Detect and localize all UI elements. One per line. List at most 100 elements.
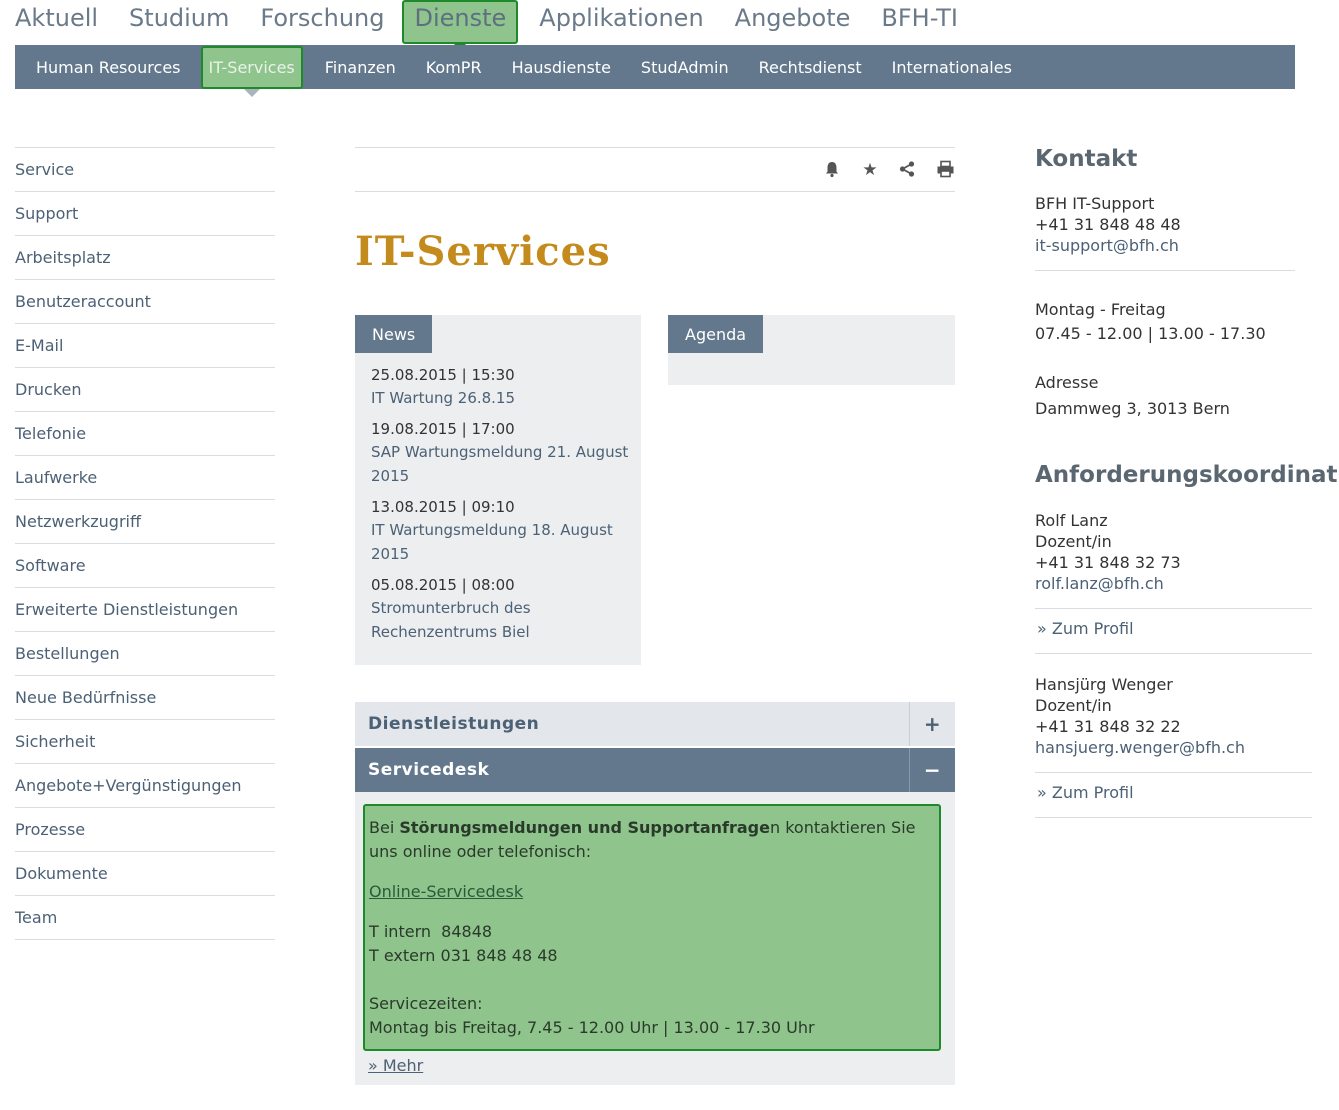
divider xyxy=(1035,653,1312,654)
person-role: Dozent/in xyxy=(1035,532,1112,551)
agenda-box: Agenda xyxy=(668,315,955,385)
news-title-link[interactable]: SAP Wartungsmeldung 21. August 2015 xyxy=(371,440,631,488)
kontakt-address-block: Adresse Dammweg 3, 3013 Bern xyxy=(1035,370,1230,422)
nav-aktuell[interactable]: Aktuell xyxy=(15,0,98,44)
accordion-servicedesk[interactable]: Servicedesk − xyxy=(355,748,955,792)
kontakt-email-link[interactable]: it-support@bfh.ch xyxy=(1035,236,1179,255)
mehr-link[interactable]: » Mehr xyxy=(368,1056,423,1075)
kontakt-block: BFH IT-Support +41 31 848 48 48 it-suppo… xyxy=(1035,193,1181,256)
zum-profil-link[interactable]: » Zum Profil xyxy=(1037,619,1134,638)
sidebar-item-angebote-verguenstigungen[interactable]: Angebote+Vergünstigungen xyxy=(15,764,275,808)
news-title-link[interactable]: IT Wartungsmeldung 18. August 2015 xyxy=(371,518,631,566)
news-list: 25.08.2015 | 15:30 IT Wartung 26.8.15 19… xyxy=(371,365,631,653)
sidebar-item-drucken[interactable]: Drucken xyxy=(15,368,275,412)
subnav-internationales[interactable]: Internationales xyxy=(892,58,1012,77)
sidebar-item-laufwerke[interactable]: Laufwerke xyxy=(15,456,275,500)
page-toolbar: ★ xyxy=(355,147,955,192)
sidebar-item-software[interactable]: Software xyxy=(15,544,275,588)
sidebar-item-netzwerkzugriff[interactable]: Netzwerkzugriff xyxy=(15,500,275,544)
nav-angebote[interactable]: Angebote xyxy=(735,0,851,44)
news-title-link[interactable]: IT Wartung 26.8.15 xyxy=(371,389,515,407)
news-date: 13.08.2015 | 09:10 xyxy=(371,498,515,516)
expand-icon[interactable]: + xyxy=(909,702,955,746)
kontakt-hours: 07.45 - 12.00 | 13.00 - 17.30 xyxy=(1035,324,1266,343)
page-title: IT-Services xyxy=(355,228,611,275)
nav-studium[interactable]: Studium xyxy=(129,0,229,44)
person-role: Dozent/in xyxy=(1035,696,1112,715)
bell-icon[interactable] xyxy=(822,160,842,180)
person-card: Rolf Lanz Dozent/in +41 31 848 32 73 rol… xyxy=(1035,510,1181,594)
agenda-tab[interactable]: Agenda xyxy=(668,315,764,353)
print-icon[interactable] xyxy=(935,160,955,180)
person-email-link[interactable]: hansjuerg.wenger@bfh.ch xyxy=(1035,738,1245,757)
zum-profil-link[interactable]: » Zum Profil xyxy=(1037,783,1134,802)
news-date: 05.08.2015 | 08:00 xyxy=(371,576,515,594)
news-date: 19.08.2015 | 17:00 xyxy=(371,420,515,438)
divider xyxy=(1035,608,1312,609)
servicedesk-panel: Bei Störungsmeldungen und Supportanfrage… xyxy=(355,792,955,1085)
nav-forschung[interactable]: Forschung xyxy=(260,0,384,44)
subnav-studadmin[interactable]: StudAdmin xyxy=(641,58,729,77)
person-email-link[interactable]: rolf.lanz@bfh.ch xyxy=(1035,574,1164,593)
sidebar-item-sicherheit[interactable]: Sicherheit xyxy=(15,720,275,764)
news-date: 25.08.2015 | 15:30 xyxy=(371,366,515,384)
kontakt-hours-block: Montag - Freitag 07.45 - 12.00 | 13.00 -… xyxy=(1035,298,1266,346)
online-servicedesk-link[interactable]: Online-Servicedesk xyxy=(369,882,523,901)
divider xyxy=(1035,772,1312,773)
intro-bold-text: Störungsmeldungen und Supportanfrage xyxy=(399,818,770,837)
news-item: 25.08.2015 | 15:30 IT Wartung 26.8.15 xyxy=(371,365,631,410)
sidebar-item-service[interactable]: Service xyxy=(15,148,275,192)
accordion-label: Servicedesk xyxy=(368,760,490,780)
sidebar-item-neue-beduerfnisse[interactable]: Neue Bedürfnisse xyxy=(15,676,275,720)
accordion-dienstleistungen[interactable]: Dienstleistungen + xyxy=(355,702,955,746)
collapse-icon[interactable]: − xyxy=(909,748,955,792)
sidebar-item-prozesse[interactable]: Prozesse xyxy=(15,808,275,852)
divider xyxy=(1035,270,1295,271)
sidebar-menu: Service Support Arbeitsplatz Benutzeracc… xyxy=(15,147,275,940)
person-name: Rolf Lanz xyxy=(1035,511,1108,530)
subnav-kompr[interactable]: KomPR xyxy=(426,58,482,77)
servicezeiten-label: Servicezeiten: xyxy=(369,994,483,1013)
news-item: 05.08.2015 | 08:00 Stromunterbruch des R… xyxy=(371,575,631,644)
person-name: Hansjürg Wenger xyxy=(1035,675,1173,694)
news-box: News 25.08.2015 | 15:30 IT Wartung 26.8.… xyxy=(355,315,641,665)
sidebar-item-email[interactable]: E-Mail xyxy=(15,324,275,368)
kontakt-heading: Kontakt xyxy=(1035,146,1138,172)
news-item: 13.08.2015 | 09:10 IT Wartungsmeldung 18… xyxy=(371,497,631,566)
sidebar-item-support[interactable]: Support xyxy=(15,192,275,236)
nav-dienste[interactable]: Dienste xyxy=(402,0,519,50)
sidebar-item-benutzeraccount[interactable]: Benutzeraccount xyxy=(15,280,275,324)
sidebar-item-erweiterte-dienstleistungen[interactable]: Erweiterte Dienstleistungen xyxy=(15,588,275,632)
subnav-it-services[interactable]: IT-Services xyxy=(200,45,303,97)
subnav-finanzen[interactable]: Finanzen xyxy=(325,58,396,77)
servicedesk-content: Bei Störungsmeldungen und Supportanfrage… xyxy=(363,804,941,1051)
news-tab[interactable]: News xyxy=(355,315,433,353)
subnav-human-resources[interactable]: Human Resources xyxy=(36,58,181,77)
sub-navigation: Human Resources IT-Services Finanzen Kom… xyxy=(15,45,1295,97)
kontakt-name: BFH IT-Support xyxy=(1035,194,1155,213)
nav-applikationen[interactable]: Applikationen xyxy=(539,0,703,44)
phone-extern: T extern 031 848 48 48 xyxy=(369,946,558,965)
divider xyxy=(1035,817,1312,818)
sidebar-item-dokumente[interactable]: Dokumente xyxy=(15,852,275,896)
sidebar-item-telefonie[interactable]: Telefonie xyxy=(15,412,275,456)
address: Dammweg 3, 3013 Bern xyxy=(1035,399,1230,418)
intro-text: Bei xyxy=(369,818,400,837)
sidebar-item-bestellungen[interactable]: Bestellungen xyxy=(15,632,275,676)
phone-intern: T intern 84848 xyxy=(369,922,493,941)
nav-bfh-ti[interactable]: BFH-TI xyxy=(881,0,958,44)
sidebar-item-arbeitsplatz[interactable]: Arbeitsplatz xyxy=(15,236,275,280)
anforderung-heading: Anforderungskoordination xyxy=(1035,462,1339,488)
subnav-rechtsdienst[interactable]: Rechtsdienst xyxy=(759,58,862,77)
accordion-label: Dienstleistungen xyxy=(368,714,540,734)
person-card: Hansjürg Wenger Dozent/in +41 31 848 32 … xyxy=(1035,674,1245,758)
kontakt-phone: +41 31 848 48 48 xyxy=(1035,215,1181,234)
star-icon[interactable]: ★ xyxy=(860,160,880,180)
address-label: Adresse xyxy=(1035,373,1099,392)
servicezeiten: Montag bis Freitag, 7.45 - 12.00 Uhr | 1… xyxy=(369,1018,815,1037)
share-icon[interactable] xyxy=(897,160,917,180)
main-navigation: Aktuell Studium Forschung Dienste Applik… xyxy=(15,0,989,50)
news-title-link[interactable]: Stromunterbruch des Rechenzentrums Biel xyxy=(371,596,631,644)
subnav-hausdienste[interactable]: Hausdienste xyxy=(512,58,611,77)
sidebar-item-team[interactable]: Team xyxy=(15,896,275,940)
